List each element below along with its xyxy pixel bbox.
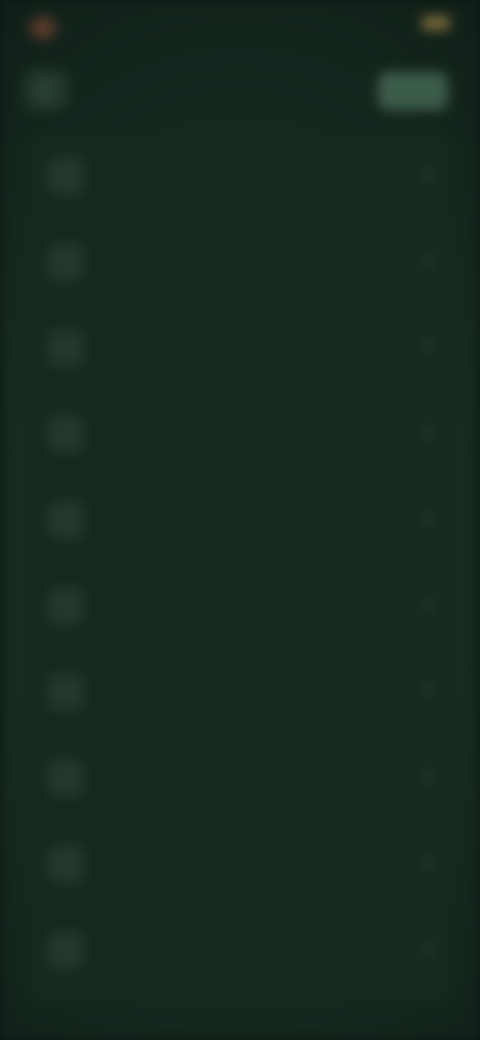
list-item[interactable] — [26, 478, 454, 564]
list-item[interactable] — [26, 134, 454, 220]
back-button[interactable] — [24, 70, 68, 110]
status-left — [30, 14, 150, 42]
list-item[interactable] — [26, 908, 454, 994]
chevron-right-icon — [416, 939, 435, 958]
chevron-right-icon — [416, 165, 435, 184]
list-item[interactable] — [26, 650, 454, 736]
list-item[interactable] — [26, 564, 454, 650]
chevron-right-icon — [416, 337, 435, 356]
header — [0, 60, 480, 120]
list-item-icon — [48, 932, 84, 968]
list-item[interactable] — [26, 306, 454, 392]
chevron-right-icon — [416, 251, 435, 270]
list-item-icon — [48, 158, 84, 194]
list-item-icon — [48, 674, 84, 710]
chevron-right-icon — [416, 767, 435, 786]
battery-icon — [422, 16, 450, 30]
list-item-icon — [48, 846, 84, 882]
list-item[interactable] — [26, 220, 454, 306]
list-item-icon — [48, 244, 84, 280]
screen — [0, 0, 480, 1040]
chevron-right-icon — [416, 595, 435, 614]
status-right — [414, 16, 450, 30]
settings-list — [26, 134, 454, 1004]
list-item-icon — [48, 330, 84, 366]
status-bar — [0, 0, 480, 56]
list-item[interactable] — [26, 822, 454, 908]
list-item-icon — [48, 760, 84, 796]
list-item[interactable] — [26, 392, 454, 478]
header-action-button[interactable] — [378, 72, 448, 110]
chevron-right-icon — [416, 423, 435, 442]
list-item-icon — [48, 416, 84, 452]
chevron-right-icon — [416, 853, 435, 872]
chevron-right-icon — [416, 681, 435, 700]
list-item-icon — [48, 588, 84, 624]
list-item[interactable] — [26, 736, 454, 822]
status-indicator-pill — [30, 17, 56, 39]
chevron-right-icon — [416, 509, 435, 528]
list-item-icon — [48, 502, 84, 538]
